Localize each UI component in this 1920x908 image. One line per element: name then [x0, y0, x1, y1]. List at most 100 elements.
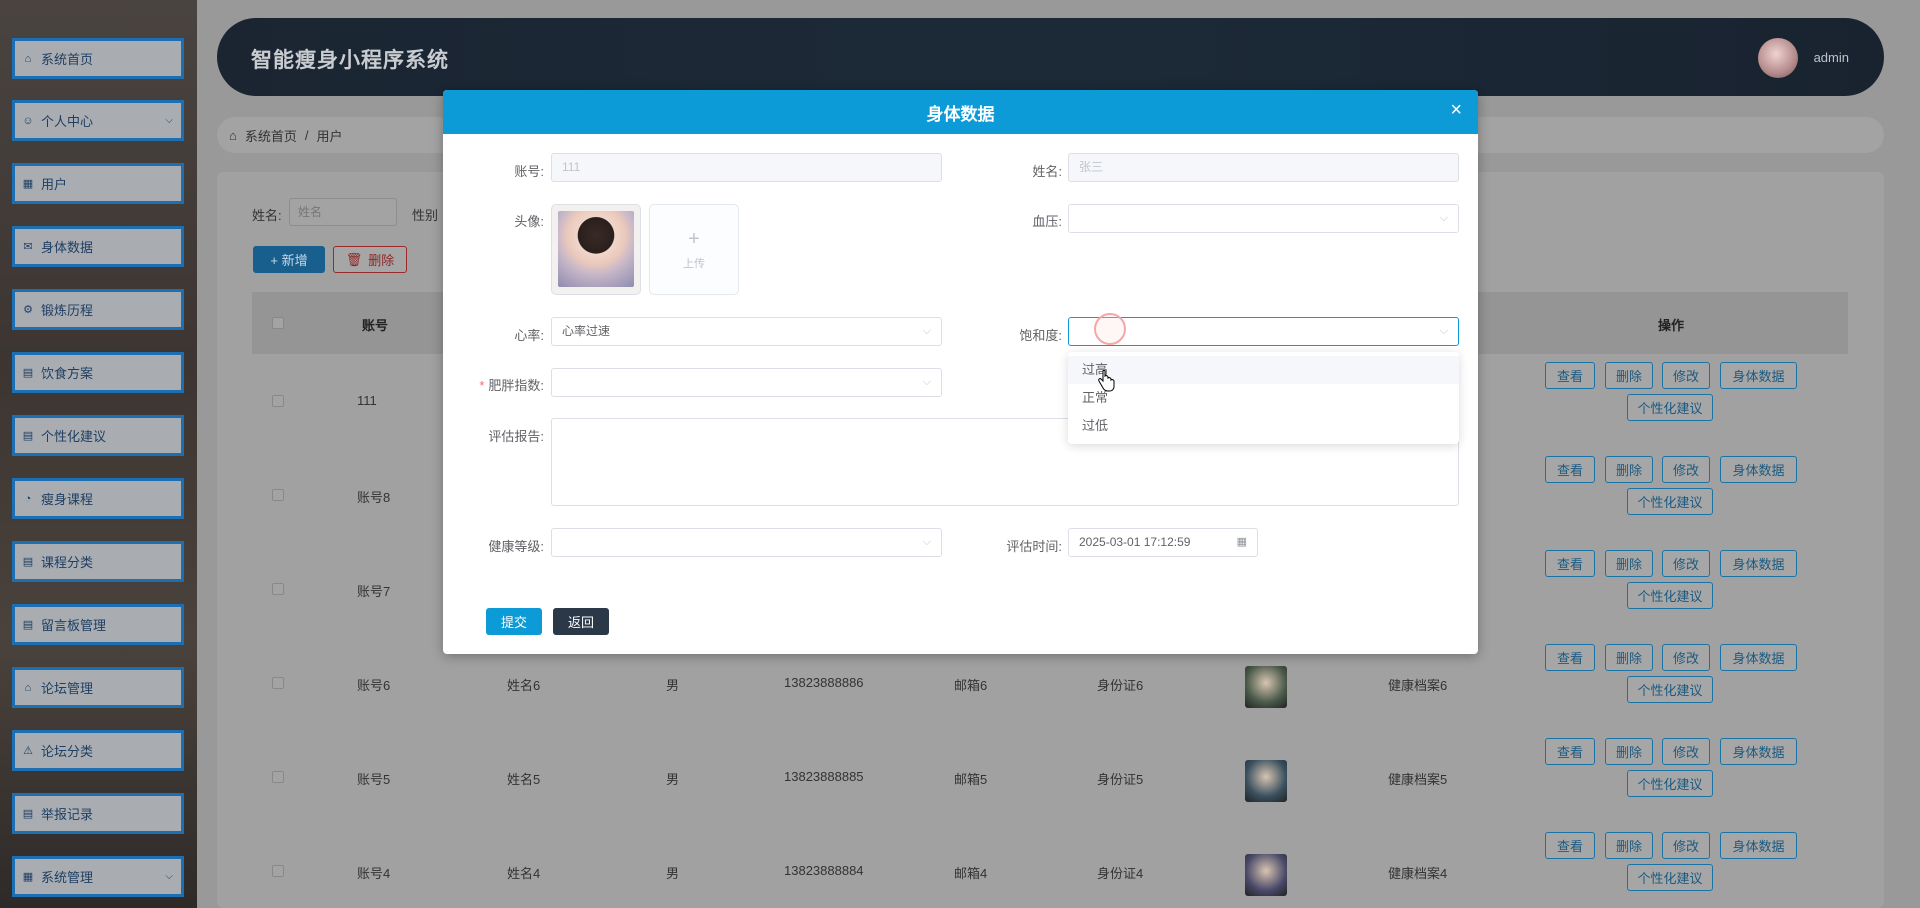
cell-account: 账号5	[357, 772, 391, 787]
eval-time-picker[interactable]: 2025-03-01 17:12:59 ▦	[1068, 528, 1258, 557]
sidebar-item-7[interactable]: ◔ 瘦身课程	[12, 478, 184, 519]
op-advice-button[interactable]: 个性化建议	[1627, 676, 1713, 703]
op-body_data-button[interactable]: 身体数据	[1720, 456, 1797, 483]
sidebar-item-8[interactable]: ▤ 课程分类	[12, 541, 184, 582]
search-gender-label: 性别	[412, 208, 439, 223]
sidebar-item-2[interactable]: ▦ 用户	[12, 163, 184, 204]
sidebar-item-4[interactable]: ⚙ 锻炼历程	[12, 289, 184, 330]
sidebar-item-label: 锻炼历程	[41, 303, 94, 318]
op-delete-button[interactable]: 删除	[1605, 644, 1653, 671]
name-input[interactable]: 张三	[1068, 153, 1459, 182]
op-delete-button[interactable]: 删除	[1605, 832, 1653, 859]
op-advice-button[interactable]: 个性化建议	[1627, 394, 1713, 421]
upload-text: 上传	[683, 257, 705, 270]
op-edit-button[interactable]: 修改	[1662, 550, 1710, 577]
op-edit-button[interactable]: 修改	[1662, 644, 1710, 671]
avatar[interactable]	[1758, 38, 1798, 78]
avatar-preview[interactable]	[551, 204, 641, 295]
saturation-label: 饱和度:	[1019, 328, 1062, 343]
op-body_data-button[interactable]: 身体数据	[1720, 550, 1797, 577]
search-name-input[interactable]: 姓名	[289, 198, 397, 226]
cell-account: 账号7	[357, 584, 391, 599]
op-body_data-button[interactable]: 身体数据	[1720, 644, 1797, 671]
sidebar-item-12[interactable]: ▤ 举报记录	[12, 793, 184, 834]
op-edit-button[interactable]: 修改	[1662, 362, 1710, 389]
health-level-select[interactable]: ⌵	[551, 528, 942, 557]
dropdown-option-normal[interactable]: 正常	[1068, 384, 1459, 412]
sidebar-item-5[interactable]: ▤ 饮食方案	[12, 352, 184, 393]
row-checkbox[interactable]	[272, 771, 284, 783]
dropdown-option-high[interactable]: 过高	[1068, 356, 1459, 384]
op-edit-button[interactable]: 修改	[1662, 832, 1710, 859]
sidebar-item-3[interactable]: ✉ 身体数据	[12, 226, 184, 267]
op-advice-button[interactable]: 个性化建议	[1627, 770, 1713, 797]
op-delete-button[interactable]: 删除	[1605, 456, 1653, 483]
account-input[interactable]: 111	[551, 153, 942, 182]
heart-rate-select[interactable]: 心率过速 ⌵	[551, 317, 942, 346]
health-level-label: 健康等级:	[488, 539, 544, 554]
obesity-label-text: 肥胖指数:	[488, 378, 544, 393]
click-ripple	[1094, 313, 1126, 345]
sidebar-item-label: 课程分类	[41, 555, 94, 570]
chevron-down-icon: ⌵	[165, 871, 173, 882]
cell-name: 姓名4	[507, 866, 541, 881]
sidebar-item-label: 个性化建议	[41, 429, 107, 444]
row-checkbox[interactable]	[272, 583, 284, 595]
sidebar-item-0[interactable]: ⌂ 系统首页	[12, 38, 184, 79]
row-checkbox[interactable]	[272, 677, 284, 689]
op-edit-button[interactable]: 修改	[1662, 738, 1710, 765]
sidebar-item-10[interactable]: ⌂ 论坛管理	[12, 667, 184, 708]
op-edit-button[interactable]: 修改	[1662, 456, 1710, 483]
op-view-button[interactable]: 查看	[1545, 362, 1595, 389]
row-checkbox[interactable]	[272, 395, 284, 407]
submit-button[interactable]: 提交	[486, 608, 542, 635]
avatar	[1245, 760, 1287, 802]
sidebar-item-1[interactable]: ☺ 个人中心 ⌵	[12, 100, 184, 141]
clock-icon: ◔	[24, 492, 32, 505]
breadcrumb-home[interactable]: 系统首页	[245, 126, 297, 145]
close-icon[interactable]: ×	[1450, 100, 1462, 120]
grid-icon: ▦	[22, 871, 34, 883]
sidebar-item-13[interactable]: ▦ 系统管理 ⌵	[12, 856, 184, 897]
sidebar-item-label: 系统管理	[41, 870, 94, 885]
add-button[interactable]: + 新增	[253, 246, 325, 273]
op-delete-button[interactable]: 删除	[1605, 550, 1653, 577]
chevron-down-icon: ⌵	[922, 376, 931, 388]
op-body_data-button[interactable]: 身体数据	[1720, 362, 1797, 389]
sidebar-item-9[interactable]: ▤ 留言板管理	[12, 604, 184, 645]
back-button[interactable]: 返回	[553, 608, 609, 635]
row-checkbox[interactable]	[272, 865, 284, 877]
blood-pressure-select[interactable]: ⌵	[1068, 204, 1459, 233]
batch-delete-button[interactable]: 🗑 删除	[333, 246, 407, 273]
sidebar-item-11[interactable]: ⚠ 论坛分类	[12, 730, 184, 771]
row-checkbox[interactable]	[272, 489, 284, 501]
op-body_data-button[interactable]: 身体数据	[1720, 738, 1797, 765]
avatar	[1245, 854, 1287, 896]
cell-record: 健康档案4	[1388, 866, 1448, 881]
upload-button[interactable]: + 上传	[649, 204, 739, 295]
op-view-button[interactable]: 查看	[1545, 832, 1595, 859]
table-row: 账号5 姓名5 男 13823888885 邮箱5 身份证5 健康档案5 查看 删除 修改 身体数据…	[252, 730, 1848, 824]
chevron-down-icon: ⌵	[1439, 212, 1448, 224]
op-view-button[interactable]: 查看	[1545, 550, 1595, 577]
username[interactable]: admin	[1814, 50, 1849, 65]
op-body_data-button[interactable]: 身体数据	[1720, 832, 1797, 859]
sidebar-item-6[interactable]: ▤ 个性化建议	[12, 415, 184, 456]
chevron-down-icon: ⌵	[922, 536, 931, 548]
chevron-down-icon: ⌵	[165, 115, 173, 126]
op-advice-button[interactable]: 个性化建议	[1627, 488, 1713, 515]
op-advice-button[interactable]: 个性化建议	[1627, 582, 1713, 609]
dropdown-option-low[interactable]: 过低	[1068, 412, 1459, 440]
op-delete-button[interactable]: 删除	[1605, 362, 1653, 389]
obesity-select[interactable]: ⌵	[551, 368, 942, 397]
op-view-button[interactable]: 查看	[1545, 456, 1595, 483]
op-advice-button[interactable]: 个性化建议	[1627, 864, 1713, 891]
op-view-button[interactable]: 查看	[1545, 644, 1595, 671]
sidebar-item-label: 饮食方案	[41, 366, 94, 381]
op-view-button[interactable]: 查看	[1545, 738, 1595, 765]
sidebar-item-label: 举报记录	[41, 807, 94, 822]
saturation-dropdown: 过高 正常 过低	[1068, 352, 1459, 444]
saturation-select[interactable]: ⌵	[1068, 317, 1459, 346]
select-all-checkbox[interactable]	[272, 317, 284, 329]
op-delete-button[interactable]: 删除	[1605, 738, 1653, 765]
